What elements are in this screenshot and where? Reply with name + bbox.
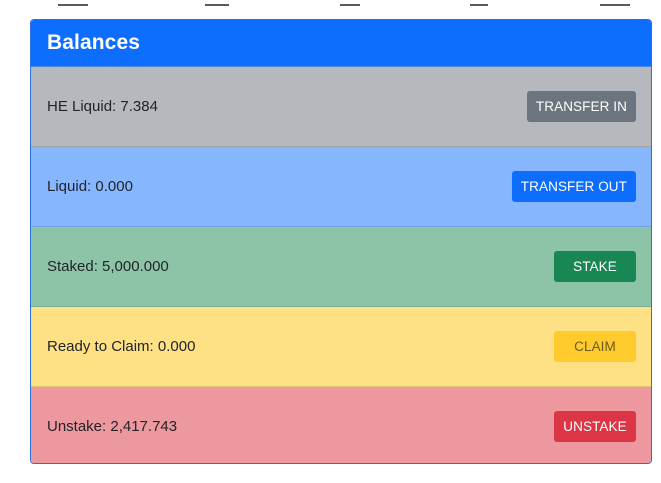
cropped-text-fragment <box>340 0 360 6</box>
balance-row-staked: Staked: 5,000.000 STAKE <box>31 227 651 307</box>
claim-button[interactable]: CLAIM <box>554 331 636 362</box>
balance-label-staked: Staked: 5,000.000 <box>47 258 169 275</box>
unstake-button[interactable]: UNSTAKE <box>554 410 636 442</box>
balance-row-ready-to-claim: Ready to Claim: 0.000 CLAIM <box>31 307 651 387</box>
card-header: Balances <box>31 20 651 67</box>
cropped-text-fragment <box>58 0 88 6</box>
balance-label-liquid: Liquid: 0.000 <box>47 178 133 195</box>
cropped-text-fragment <box>600 0 630 6</box>
balance-label-ready-to-claim: Ready to Claim: 0.000 <box>47 338 196 355</box>
cropped-top-content <box>0 0 661 8</box>
balance-row-liquid: Liquid: 0.000 TRANSFER OUT <box>31 147 651 227</box>
transfer-in-button[interactable]: TRANSFER IN <box>526 91 636 122</box>
stake-button[interactable]: STAKE <box>554 251 636 282</box>
transfer-out-button[interactable]: TRANSFER OUT <box>511 171 636 202</box>
cropped-text-fragment <box>470 0 488 6</box>
balance-row-he-liquid: HE Liquid: 7.384 TRANSFER IN <box>31 67 651 147</box>
cropped-text-fragment <box>205 0 229 6</box>
balance-label-unstake: Unstake: 2,417.743 <box>47 417 178 435</box>
balance-label-he-liquid: HE Liquid: 7.384 <box>47 98 158 115</box>
balance-row-unstake: Unstake: 2,417.743 UNSTAKE <box>31 387 651 463</box>
balances-card: Balances HE Liquid: 7.384 TRANSFER IN Li… <box>30 19 652 464</box>
card-title: Balances <box>47 31 141 54</box>
